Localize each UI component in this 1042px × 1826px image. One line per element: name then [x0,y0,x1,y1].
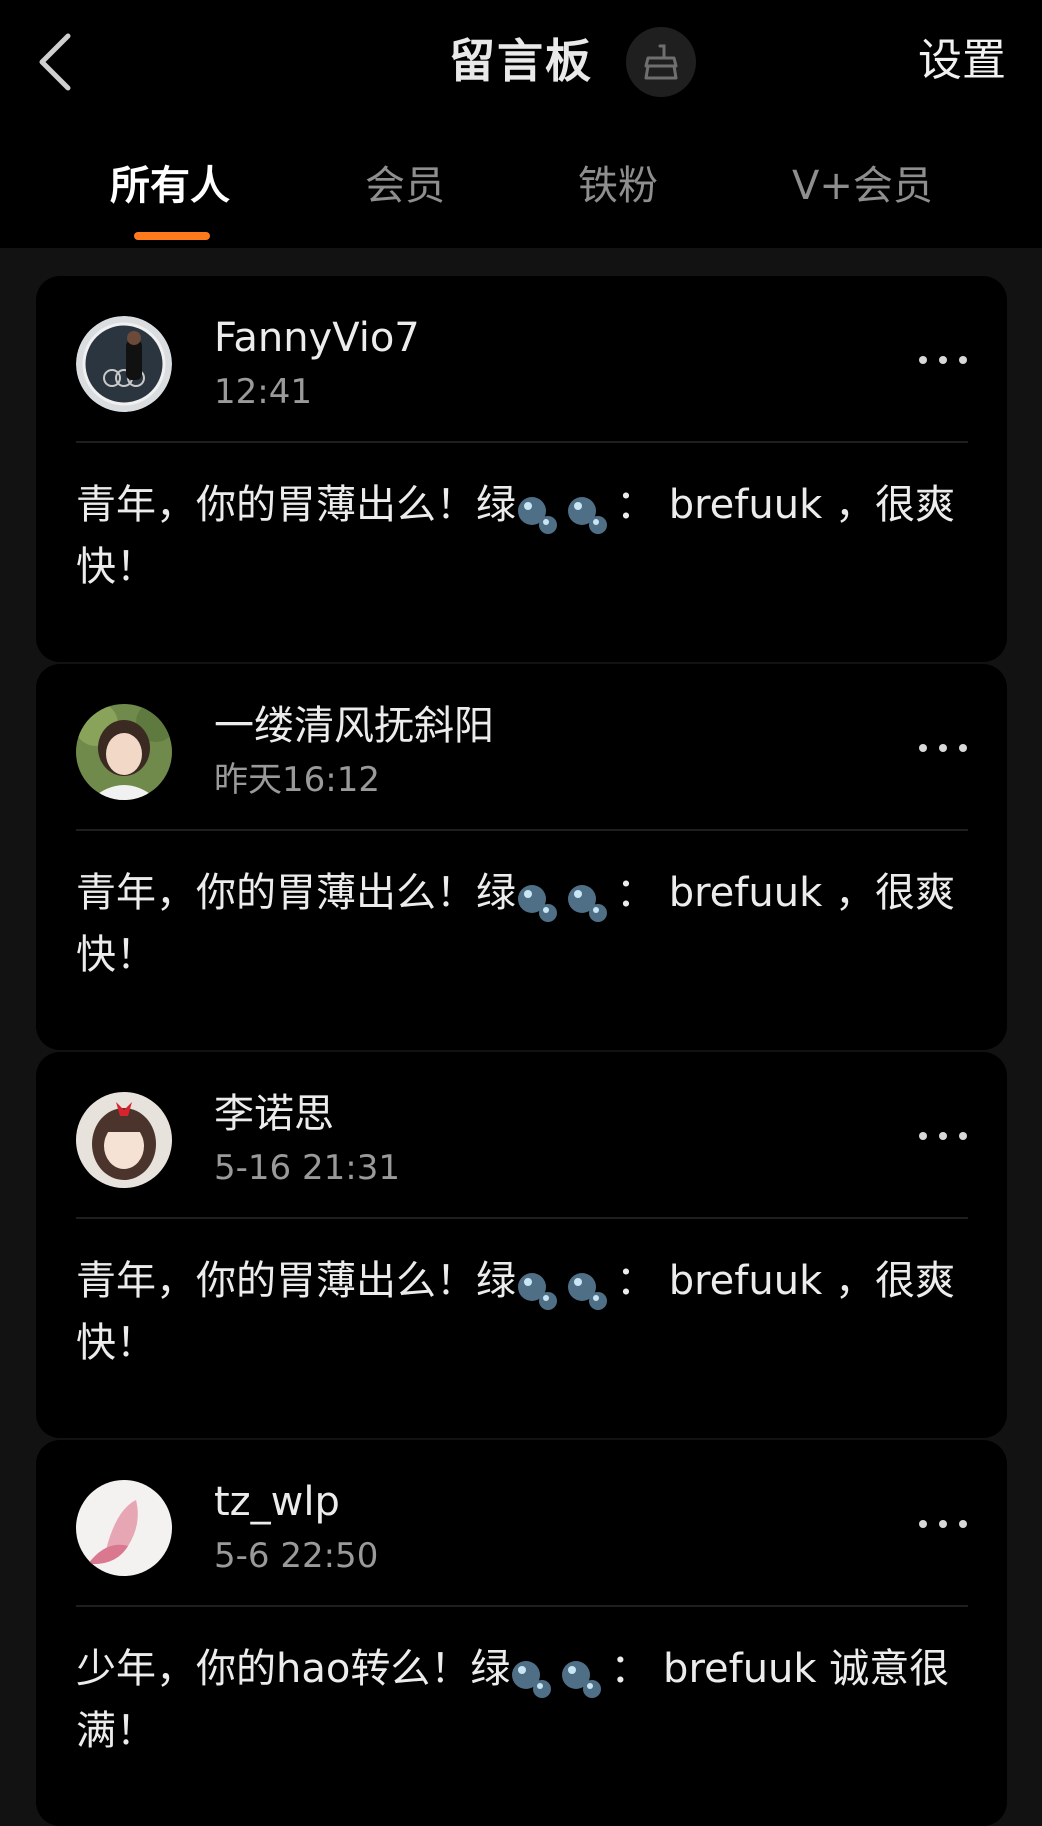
bubbles-emoji-icon [516,486,616,540]
avatar[interactable] [76,1480,172,1576]
page-title: 留言板 [449,34,593,88]
top-bar: 留言板 设置 [0,0,1042,128]
tab-vplus-members[interactable]: V+会员 [792,158,933,214]
message-text: 青年，你的胃薄出么！绿 ： brefuuk ，很爽快！ [76,478,976,594]
post-time: 5-6 22:50 [214,1536,379,1576]
tab-bar: 所有人 会员 铁粉 V+会员 [0,128,1042,248]
message-card: tz_wlp 5-6 22:50 少年，你的hao转么！绿 ： brefuuk … [36,1440,1007,1826]
avatar[interactable] [76,1092,172,1188]
divider [76,829,968,831]
broom-icon [644,44,678,80]
tab-all[interactable]: 所有人 [110,158,230,214]
message-text-start: 青年，你的胃薄出么！绿 [76,1258,516,1304]
active-tab-indicator [134,232,210,240]
more-options-button[interactable] [915,730,971,766]
message-text: 青年，你的胃薄出么！绿 ： brefuuk ，很爽快！ [76,1254,976,1370]
post-time: 5-16 21:31 [214,1148,400,1188]
message-card: 李诺思 5-16 21:31 青年，你的胃薄出么！绿 ： brefuuk ，很爽… [36,1052,1007,1438]
username[interactable]: 李诺思 [214,1086,334,1142]
settings-button[interactable]: 设置 [918,30,1006,92]
username[interactable]: tz_wlp [214,1474,340,1530]
divider [76,1217,968,1219]
message-text-start: 青年，你的胃薄出么！绿 [76,482,516,528]
avatar[interactable] [76,704,172,800]
more-options-button[interactable] [915,342,971,378]
clean-button[interactable] [626,27,696,97]
bubbles-emoji-icon [516,874,616,928]
message-text-start: 青年，你的胃薄出么！绿 [76,870,516,916]
message-text: 青年，你的胃薄出么！绿 ： brefuuk ，很爽快！ [76,866,976,982]
tab-members[interactable]: 会员 [365,158,445,214]
message-text-start: 少年，你的hao转么！绿 [76,1646,511,1692]
message-card: 一缕清风抚斜阳 昨天16:12 青年，你的胃薄出么！绿 ： brefuuk ，很… [36,664,1007,1050]
more-options-button[interactable] [915,1118,971,1154]
chevron-left-icon [39,33,71,91]
divider [76,441,968,443]
divider [76,1605,968,1607]
tab-iron-fans[interactable]: 铁粉 [578,158,658,214]
username[interactable]: 一缕清风抚斜阳 [214,698,494,754]
back-button[interactable] [28,22,88,102]
message-text: 少年，你的hao转么！绿 ： brefuuk 诚意很满！ [76,1642,976,1758]
avatar[interactable] [76,316,172,412]
post-time: 12:41 [214,372,312,412]
bubbles-emoji-icon [516,1262,616,1316]
more-options-button[interactable] [915,1506,971,1542]
username[interactable]: FannyVio7 [214,310,420,366]
post-time: 昨天16:12 [214,760,380,800]
message-card: FannyVio7 12:41 青年，你的胃薄出么！绿 ： brefuuk ，很… [36,276,1007,662]
bubbles-emoji-icon [510,1650,610,1704]
